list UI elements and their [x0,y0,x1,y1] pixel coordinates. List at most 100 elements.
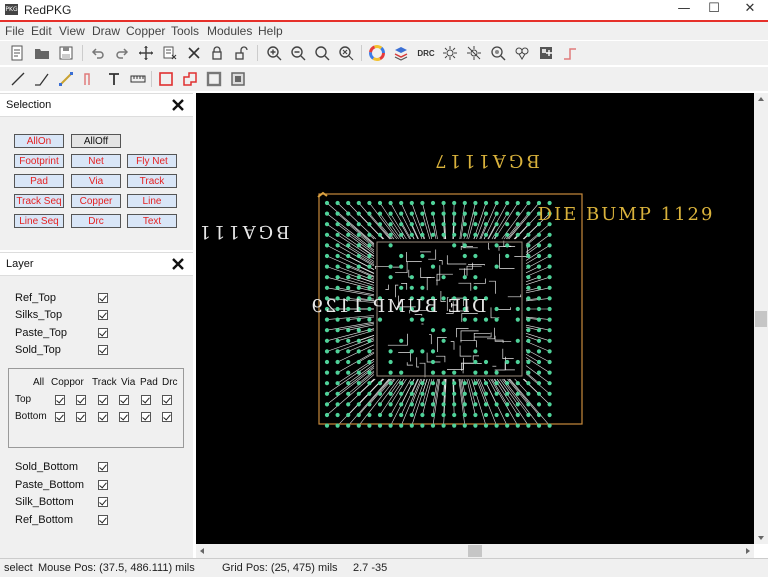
net-button[interactable]: Net [71,154,121,168]
layers-icon[interactable] [391,43,411,63]
track-seq-button[interactable]: Track Seq [14,194,64,208]
rect-red-icon[interactable] [156,69,176,89]
undo-icon[interactable] [88,43,108,63]
layer-checkbox-ref-bottom[interactable] [98,515,108,525]
drc-icon[interactable]: DRC [414,43,438,63]
grid-checkbox-top-all[interactable] [55,395,65,405]
redo-icon[interactable] [112,43,132,63]
bga-pad [526,265,530,269]
line-seq-button[interactable]: Line Seq [14,214,64,228]
unlock-icon[interactable] [231,43,251,63]
close-layer-icon[interactable] [171,257,185,271]
list-edit-icon[interactable] [160,43,180,63]
menu-view[interactable]: View [59,24,85,38]
net-explorer-icon[interactable] [512,43,532,63]
layer-checkbox-sold-top[interactable] [98,345,108,355]
bga-pad [452,381,456,385]
save-icon[interactable] [56,43,76,63]
text-tool-icon[interactable] [104,69,124,89]
zoom-out-icon[interactable] [288,43,308,63]
zoom-area-icon[interactable] [336,43,356,63]
footprint-button[interactable]: Footprint [14,154,64,168]
layer-checkbox-paste-bottom[interactable] [98,480,108,490]
color-wheel-icon[interactable] [367,43,387,63]
grid-header-track: Track [92,377,117,388]
bga-pad [389,402,393,406]
grid-checkbox-bottom-coppor[interactable] [76,412,86,422]
rect-gray-icon[interactable] [204,69,224,89]
menu-file[interactable]: File [5,24,24,38]
menu-modules[interactable]: Modules [207,24,252,38]
minimize-button[interactable]: — [668,0,700,20]
line-button[interactable]: Line [127,194,177,208]
grid-checkbox-bottom-all[interactable] [55,412,65,422]
bga-pad [420,233,424,237]
layer-checkbox-sold-bottom[interactable] [98,462,108,472]
fly-net-button[interactable]: Fly Net [127,154,177,168]
menu-tools[interactable]: Tools [171,24,199,38]
draw-arc-icon[interactable] [56,69,76,89]
fanout-trace [526,235,550,253]
bga-pad [399,233,403,237]
bga-pad [516,413,520,417]
pcb-canvas[interactable]: BGA1117 BGA111 DIE BUMP 1129 DIE BUMP 11… [196,93,754,544]
grid-checkbox-bottom-via[interactable] [119,412,129,422]
layer-checkbox-silks-top[interactable] [98,310,108,320]
menu-edit[interactable]: Edit [31,24,52,38]
search-net-icon[interactable] [488,43,508,63]
step-line-icon[interactable] [560,43,580,63]
via-button[interactable]: Via [71,174,121,188]
bga-pad [473,360,477,364]
grid-checkbox-bottom-drc[interactable] [162,412,172,422]
menu-copper[interactable]: Copper [126,24,165,38]
layer-checkbox-silk-bottom[interactable] [98,497,108,507]
no-highlight-icon[interactable] [464,43,484,63]
new-file-icon[interactable] [7,43,27,63]
track-button[interactable]: Track [127,174,177,188]
highlight-icon[interactable] [440,43,460,63]
rect-dark-icon[interactable] [228,69,248,89]
grid-checkbox-top-drc[interactable] [162,395,172,405]
drc-button[interactable]: Drc [71,214,121,228]
copper-button[interactable]: Copper [71,194,121,208]
zoom-in-icon[interactable] [264,43,284,63]
open-folder-icon[interactable] [32,43,52,63]
die-trace [428,250,436,260]
vertical-scrollbar[interactable] [754,93,768,544]
component-add-icon[interactable] [536,43,556,63]
bga-pad [548,392,552,396]
close-button[interactable]: ✕ [734,0,766,20]
bga-pad [346,424,350,428]
grid-checkbox-bottom-track[interactable] [98,412,108,422]
horizontal-scrollbar[interactable] [196,544,754,558]
close-selection-icon[interactable] [171,98,185,112]
grid-checkbox-top-via[interactable] [119,395,129,405]
draw-line-icon[interactable] [8,69,28,89]
grid-checkbox-top-track[interactable] [98,395,108,405]
bga-pad [548,307,552,311]
bga-pad [336,402,340,406]
layer-checkbox-ref-top[interactable] [98,293,108,303]
grid-checkbox-bottom-pad[interactable] [141,412,151,422]
draw-step-icon[interactable] [80,69,100,89]
die-trace [458,283,470,291]
alloff-button[interactable]: AllOff [71,134,121,148]
grid-checkbox-top-coppor[interactable] [76,395,86,405]
menu-draw[interactable]: Draw [92,24,120,38]
layer-checkbox-paste-top[interactable] [98,328,108,338]
delete-icon[interactable] [184,43,204,63]
lock-icon[interactable] [207,43,227,63]
menu-help[interactable]: Help [258,24,283,38]
bga-pad [484,222,488,226]
pad-button[interactable]: Pad [14,174,64,188]
text-button[interactable]: Text [127,214,177,228]
zoom-fit-icon[interactable] [312,43,332,63]
draw-polyline-icon[interactable] [32,69,52,89]
bga-pad [473,424,477,428]
ruler-icon[interactable] [128,69,148,89]
grid-checkbox-top-pad[interactable] [141,395,151,405]
poly-red-icon[interactable] [180,69,200,89]
move-icon[interactable] [136,43,156,63]
allon-button[interactable]: AllOn [14,134,64,148]
maximize-button[interactable]: ☐ [698,0,730,20]
